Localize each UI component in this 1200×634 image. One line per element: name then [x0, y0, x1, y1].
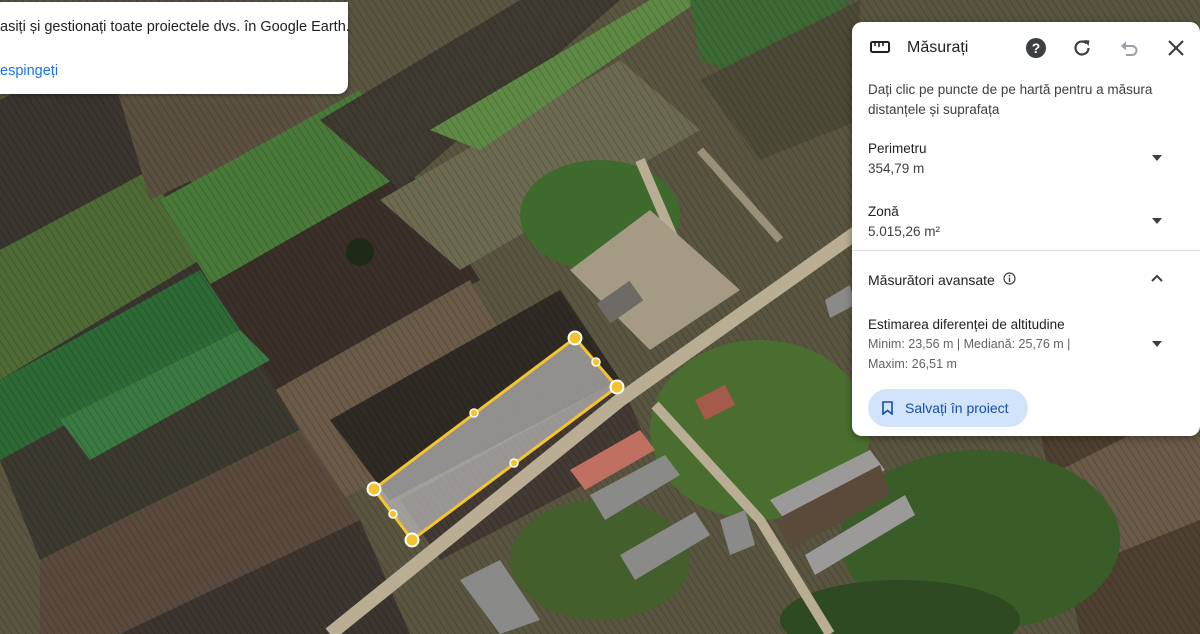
- vertex-handle: [366, 481, 382, 497]
- altitude-values-line2: Maxim: 26,51 m: [868, 357, 957, 371]
- perimeter-row[interactable]: Perimetru 354,79 m: [852, 134, 1200, 184]
- vertex-handle: [567, 330, 583, 346]
- projects-banner: asiți și gestionați toate proiectele dvs…: [0, 2, 350, 94]
- bookmark-icon: [882, 401, 893, 415]
- chevron-up-icon: [1151, 274, 1163, 282]
- close-icon[interactable]: [1165, 37, 1187, 59]
- save-to-project-button[interactable]: Salvați în proiect: [868, 389, 1028, 427]
- altitude-estimate-row[interactable]: Estimarea diferenței de altitudine Minim…: [852, 307, 1200, 377]
- chevron-down-icon: [1152, 341, 1162, 347]
- banner-message: asiți și gestionați toate proiectele dvs…: [0, 19, 350, 35]
- altitude-values-line1: Minim: 23,56 m | Mediană: 25,76 m |: [868, 337, 1071, 351]
- chevron-down-icon: [1152, 155, 1162, 161]
- perimeter-value: 354,79 m: [868, 161, 925, 176]
- perimeter-label: Perimetru: [868, 141, 927, 156]
- info-icon[interactable]: [1003, 272, 1016, 285]
- midpoint-handle: [591, 357, 601, 367]
- svg-text:?: ?: [1032, 40, 1041, 56]
- dismiss-link[interactable]: espingeți: [0, 63, 58, 79]
- vertex-handle: [609, 379, 625, 395]
- area-value: 5.015,26 m²: [868, 224, 941, 239]
- midpoint-handle: [509, 458, 519, 468]
- panel-header: Măsurați ?: [852, 22, 1200, 76]
- measure-panel: Măsurați ? Dați clic pe puncte de pe har…: [852, 22, 1200, 436]
- ruler-icon: [870, 41, 890, 53]
- area-row[interactable]: Zonă 5.015,26 m²: [852, 197, 1200, 247]
- advanced-title: Măsurători avansate: [868, 272, 995, 288]
- measure-instructions: Dați clic pe puncte de pe hartă pentru a…: [868, 82, 1153, 117]
- chevron-down-icon: [1152, 218, 1162, 224]
- help-icon[interactable]: ?: [1025, 37, 1047, 59]
- vertex-handle: [404, 532, 420, 548]
- advanced-measurements-header[interactable]: Măsurători avansate: [852, 254, 1200, 304]
- save-button-label: Salvați în proiect: [905, 400, 1009, 416]
- altitude-label: Estimarea diferenței de altitudine: [868, 317, 1065, 332]
- area-label: Zonă: [868, 204, 899, 219]
- midpoint-handle: [388, 509, 398, 519]
- panel-divider: [852, 250, 1200, 251]
- undo-icon[interactable]: [1118, 37, 1140, 59]
- refresh-icon[interactable]: [1071, 37, 1093, 59]
- midpoint-handle: [469, 408, 479, 418]
- panel-title: Măsurați: [907, 39, 969, 56]
